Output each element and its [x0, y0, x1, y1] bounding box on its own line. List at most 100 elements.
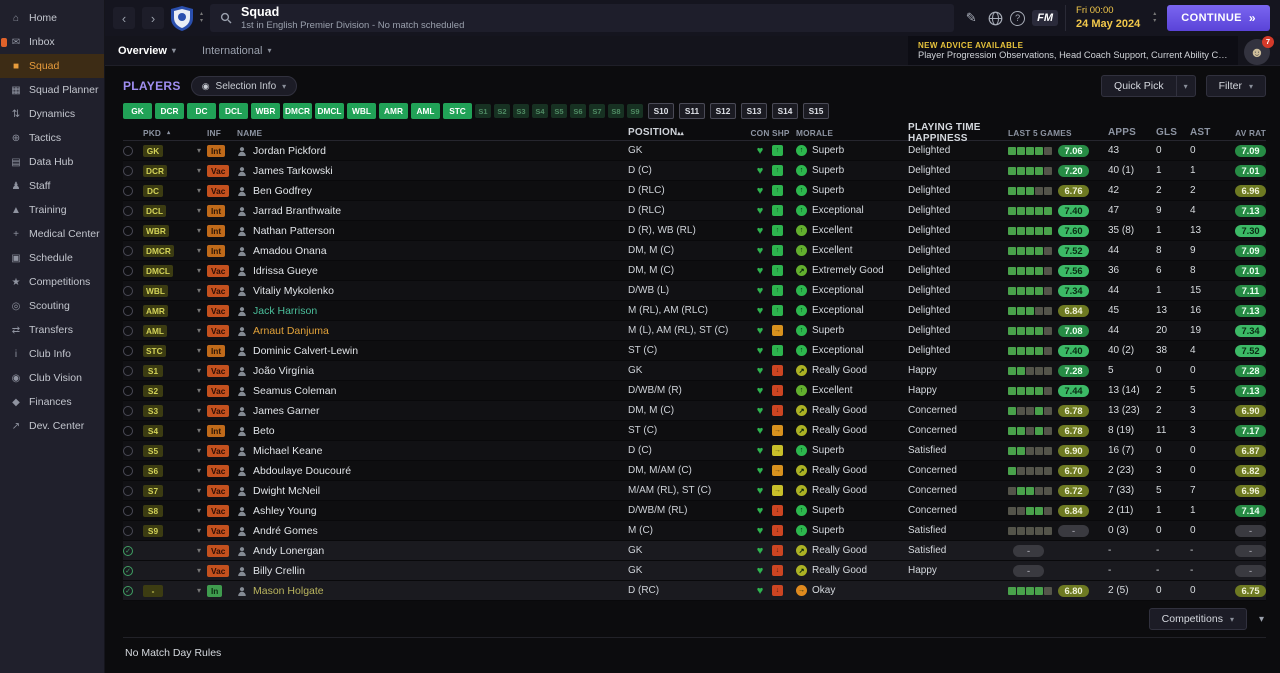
sidebar-item-dynamics[interactable]: ⇅ Dynamics	[0, 102, 104, 126]
row-position-dropdown[interactable]: ▾	[197, 466, 207, 475]
table-row[interactable]: DMCL ▾ Vac Idrissa Gueye DM, M (C) ♥ ↑ ↗ Extreme…	[123, 261, 1266, 281]
table-row[interactable]: S1 ▾ Vac João Virgínia GK ♥ ↓ ↗ Really Good Happy…	[123, 361, 1266, 381]
position-filter-dmcl[interactable]: DMCL	[315, 103, 344, 119]
col-inf[interactable]: INF	[207, 128, 237, 138]
back-button[interactable]: ‹	[113, 7, 135, 29]
row-select-circle[interactable]	[123, 325, 133, 336]
sub-slot-s13[interactable]: S13	[741, 103, 767, 119]
player-name-link[interactable]: Mason Holgate	[253, 585, 324, 597]
slot-filter-s2[interactable]: S2	[494, 104, 510, 118]
row-select-circle[interactable]	[123, 405, 133, 416]
sidebar-item-finances[interactable]: ◆ Finances	[0, 390, 104, 414]
table-row[interactable]: S7 ▾ Vac Dwight McNeil M/AM (RL), ST (C) ♥ → ↗ R…	[123, 481, 1266, 501]
col-position[interactable]: POSITION▴▴	[628, 127, 748, 138]
player-name-link[interactable]: Dominic Calvert-Lewin	[253, 345, 358, 357]
slot-filter-s4[interactable]: S4	[532, 104, 548, 118]
row-position-dropdown[interactable]: ▾	[197, 186, 207, 195]
player-name-link[interactable]: Amadou Onana	[253, 245, 327, 257]
position-filter-stc[interactable]: STC	[443, 103, 472, 119]
row-position-dropdown[interactable]: ▾	[197, 346, 207, 355]
row-select-circle[interactable]	[123, 465, 133, 476]
table-row[interactable]: S4 ▾ Int Beto ST (C) ♥ → ↗ Really Good Concerned 6…	[123, 421, 1266, 441]
row-position-dropdown[interactable]: ▾	[197, 566, 207, 575]
row-position-dropdown[interactable]: ▾	[197, 266, 207, 275]
table-row[interactable]: WBR ▾ Int Nathan Patterson D (R), WB (RL) ♥ ↑ ↑…	[123, 221, 1266, 241]
row-select-circle[interactable]: ✓	[123, 585, 133, 596]
filter-dropdown[interactable]: Filter ▾	[1205, 75, 1266, 97]
slot-filter-s7[interactable]: S7	[589, 104, 605, 118]
row-select-circle[interactable]: ✓	[123, 565, 133, 576]
position-filter-dcl[interactable]: DCL	[219, 103, 248, 119]
sidebar-item-staff[interactable]: ♟ Staff	[0, 174, 104, 198]
sub-slot-s14[interactable]: S14	[772, 103, 798, 119]
fm-logo[interactable]: FM	[1032, 10, 1059, 26]
table-row[interactable]: AML ▾ Vac Arnaut Danjuma M (L), AM (RL), ST …	[123, 321, 1266, 341]
sub-slot-s11[interactable]: S11	[679, 103, 705, 119]
row-position-dropdown[interactable]: ▾	[197, 206, 207, 215]
row-select-circle[interactable]	[123, 245, 133, 256]
row-position-dropdown[interactable]: ▾	[197, 286, 207, 295]
advice-panel[interactable]: NEW ADVICE AVAILABLE Player Progression …	[908, 36, 1238, 65]
row-select-circle[interactable]	[123, 505, 133, 516]
sidebar-item-training[interactable]: ▲ Training	[0, 198, 104, 222]
col-last-5-games[interactable]: LAST 5 GAMES	[1008, 128, 1108, 138]
sidebar-item-medical-center[interactable]: + Medical Center	[0, 222, 104, 246]
quick-pick-dropdown[interactable]: ▾	[1175, 75, 1196, 97]
slot-filter-s9[interactable]: S9	[627, 104, 643, 118]
row-position-dropdown[interactable]: ▾	[197, 586, 207, 595]
col-apps[interactable]: APPS	[1108, 127, 1156, 138]
row-position-dropdown[interactable]: ▾	[197, 426, 207, 435]
sub-slot-s12[interactable]: S12	[710, 103, 736, 119]
table-row[interactable]: S8 ▾ Vac Ashley Young D/WB/M (RL) ♥ ↓ ↑ Superb Co…	[123, 501, 1266, 521]
row-select-circle[interactable]	[123, 425, 133, 436]
sidebar-item-data-hub[interactable]: ▤ Data Hub	[0, 150, 104, 174]
player-name-link[interactable]: Idrissa Gueye	[253, 265, 318, 277]
help-icon[interactable]: ?	[1010, 10, 1026, 26]
forward-button[interactable]: ›	[142, 7, 164, 29]
table-row[interactable]: S9 ▾ Vac André Gomes M (C) ♥ ↓ ↑ Superb Satisfied…	[123, 521, 1266, 541]
row-position-dropdown[interactable]: ▾	[197, 526, 207, 535]
sidebar-item-schedule[interactable]: ▣ Schedule	[0, 246, 104, 270]
slot-filter-s3[interactable]: S3	[513, 104, 529, 118]
player-name-link[interactable]: James Garner	[253, 405, 320, 417]
table-row[interactable]: DCL ▾ Int Jarrad Branthwaite D (RLC) ♥ ↑ ↑ Excep…	[123, 201, 1266, 221]
row-select-circle[interactable]	[123, 285, 133, 296]
row-select-circle[interactable]	[123, 445, 133, 456]
position-filter-dc[interactable]: DC	[187, 103, 216, 119]
selection-info-dropdown[interactable]: ◉ Selection Info ▾	[190, 76, 298, 96]
table-row[interactable]: ✓ ▾ Vac Billy Crellin GK ♥ ↓ ↗ Really Good Happy -…	[123, 561, 1266, 581]
row-select-circle[interactable]	[123, 525, 133, 536]
row-position-dropdown[interactable]: ▾	[197, 446, 207, 455]
player-name-link[interactable]: Ben Godfrey	[253, 185, 312, 197]
col-av-rat[interactable]: AV RAT	[1224, 128, 1266, 138]
col-playing-time-happiness[interactable]: PLAYING TIME HAPPINESS	[908, 122, 1008, 144]
table-row[interactable]: DCR ▾ Vac James Tarkowski D (C) ♥ ↑ ↑ Superb Deli…	[123, 161, 1266, 181]
club-selector-spinner[interactable]: ▴ ▾	[200, 11, 203, 25]
sub-slot-s15[interactable]: S15	[803, 103, 829, 119]
player-name-link[interactable]: Seamus Coleman	[253, 385, 336, 397]
col-ast[interactable]: AST	[1190, 127, 1224, 138]
player-name-link[interactable]: Billy Crellin	[253, 565, 305, 577]
search-icon[interactable]	[220, 12, 232, 24]
sidebar-item-squad-planner[interactable]: ▦ Squad Planner	[0, 78, 104, 102]
sidebar-item-club-info[interactable]: i Club Info	[0, 342, 104, 366]
row-position-dropdown[interactable]: ▾	[197, 386, 207, 395]
row-select-circle[interactable]	[123, 345, 133, 356]
table-row[interactable]: S6 ▾ Vac Abdoulaye Doucouré DM, M/AM (C) ♥ → ↗ R…	[123, 461, 1266, 481]
col-name[interactable]: NAME	[237, 128, 628, 138]
sidebar-item-transfers[interactable]: ⇄ Transfers	[0, 318, 104, 342]
row-position-dropdown[interactable]: ▾	[197, 166, 207, 175]
table-row[interactable]: STC ▾ Int Dominic Calvert-Lewin ST (C) ♥ ↑ ↑ Exc…	[123, 341, 1266, 361]
table-row[interactable]: ✓ - ▾ In Mason Holgate D (RC) ♥ ↓ → Okay 6.80 2 (5)…	[123, 581, 1266, 601]
row-position-dropdown[interactable]: ▾	[197, 406, 207, 415]
slot-filter-s5[interactable]: S5	[551, 104, 567, 118]
player-name-link[interactable]: Michael Keane	[253, 445, 322, 457]
table-row[interactable]: DMCR ▾ Int Amadou Onana DM, M (C) ♥ ↑ ↑ Excellen…	[123, 241, 1266, 261]
col-morale[interactable]: MORALE	[796, 128, 908, 138]
player-name-link[interactable]: Andy Lonergan	[253, 545, 324, 557]
sidebar-item-dev-center[interactable]: ↗ Dev. Center	[0, 414, 104, 438]
row-position-dropdown[interactable]: ▾	[197, 366, 207, 375]
table-row[interactable]: GK ▾ Int Jordan Pickford GK ♥ ↑ ↑ Superb Delighte…	[123, 141, 1266, 161]
sidebar-item-scouting[interactable]: ◎ Scouting	[0, 294, 104, 318]
sidebar-item-competitions[interactable]: ★ Competitions	[0, 270, 104, 294]
